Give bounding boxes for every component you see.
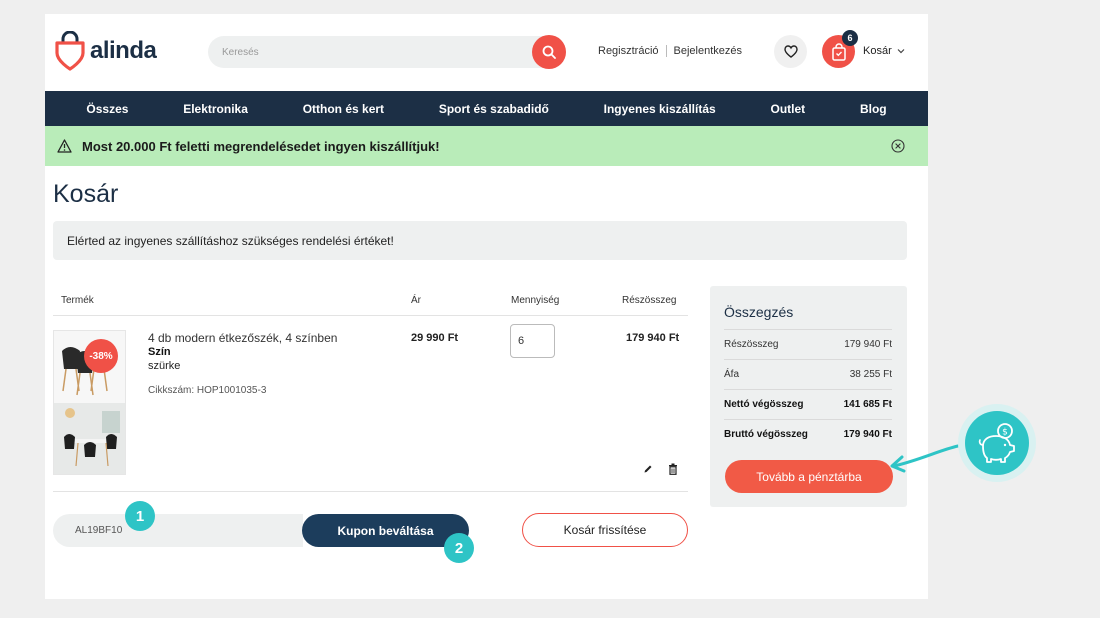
logo-bag-icon	[55, 31, 85, 71]
close-icon[interactable]	[891, 139, 905, 153]
summary-value: 141 685 Ft	[843, 399, 892, 410]
checkout-button[interactable]: Tovább a pénztárba	[725, 460, 893, 493]
product-sku: Cikkszám: HOP1001035-3	[148, 385, 267, 396]
col-header-subtotal: Részösszeg	[622, 295, 677, 306]
cart-count-badge: 6	[842, 30, 858, 46]
arrow-icon	[890, 444, 960, 473]
main-nav: Összes Elektronika Otthon és kert Sport …	[45, 91, 928, 126]
piggy-bank-icon-wrap: $	[965, 411, 1029, 475]
summary-row-vat: Áfa 38 255 Ft	[724, 359, 892, 389]
summary-label: Bruttó végösszeg	[724, 429, 808, 440]
search-button[interactable]	[532, 35, 566, 69]
summary-value: 38 255 Ft	[849, 369, 892, 380]
trash-icon[interactable]	[668, 463, 678, 475]
product-price: 29 990 Ft	[411, 332, 459, 344]
nav-item-all[interactable]: Összes	[86, 102, 128, 116]
nav-item-outlet[interactable]: Outlet	[770, 102, 805, 116]
auth-links: Regisztráció Bejelentkezés	[598, 45, 742, 57]
search-input[interactable]	[222, 43, 522, 61]
discount-badge: -38%	[84, 339, 118, 373]
login-link[interactable]: Bejelentkezés	[674, 45, 743, 57]
piggy-bank-icon: $	[978, 423, 1015, 463]
search-icon	[542, 45, 556, 59]
step-marker-2: 2	[444, 533, 474, 563]
nav-item-blog[interactable]: Blog	[860, 102, 887, 116]
info-message-box: Elérted az ingyenes szállításhoz szükség…	[53, 221, 907, 260]
warning-icon	[57, 139, 72, 153]
nav-item-home-garden[interactable]: Otthon és kert	[303, 102, 384, 116]
wishlist-button[interactable]	[774, 35, 807, 68]
notice-text: Most 20.000 Ft feletti megrendelésedet i…	[82, 139, 440, 154]
auth-divider	[665, 45, 667, 57]
product-subtotal: 179 940 Ft	[626, 332, 680, 344]
nav-item-free-shipping[interactable]: Ingyenes kiszállítás	[604, 102, 716, 116]
table-header-divider	[53, 315, 688, 316]
quantity-input[interactable]	[510, 324, 555, 358]
cart-label: Kosár	[863, 45, 892, 57]
pencil-icon[interactable]	[643, 464, 653, 474]
summary-row-subtotal: Részösszeg 179 940 Ft	[724, 329, 892, 359]
coupon-field	[53, 514, 303, 547]
logo[interactable]: alinda	[53, 31, 157, 71]
header: alinda Regisztráció Bejelentkezés	[45, 14, 928, 91]
product-attribute-value: szürke	[148, 360, 181, 372]
summary-row-net-total: Nettó végösszeg 141 685 Ft	[724, 389, 892, 419]
summary-value: 179 940 Ft	[844, 339, 892, 350]
col-header-quantity: Mennyiség	[511, 295, 560, 306]
shipping-notice-banner: Most 20.000 Ft feletti megrendelésedet i…	[45, 126, 928, 166]
summary-title: Összegzés	[724, 304, 794, 320]
logo-text: alinda	[90, 37, 157, 64]
cart-dropdown[interactable]: Kosár	[863, 45, 906, 57]
summary-label: Részösszeg	[724, 339, 779, 350]
product-name[interactable]: 4 db modern étkezőszék, 4 színben	[148, 331, 337, 345]
refresh-cart-button[interactable]: Kosár frissítése	[522, 513, 688, 547]
search-bar	[208, 35, 566, 69]
summary-row-gross-total: Bruttó végösszeg 179 940 Ft	[724, 419, 892, 449]
summary-value: 179 940 Ft	[843, 429, 892, 440]
shopping-bag-icon	[831, 42, 846, 61]
table-row-divider	[53, 491, 688, 492]
step-marker-1: 1	[125, 501, 155, 531]
chevron-down-icon	[897, 49, 905, 54]
page-title: Kosár	[53, 180, 119, 208]
product-attribute-label: Szín	[148, 346, 171, 358]
nav-item-electronics[interactable]: Elektronika	[183, 102, 248, 116]
nav-item-sport[interactable]: Sport és szabadidő	[439, 102, 549, 116]
piggy-bank-badge: $	[958, 404, 1036, 482]
page: alinda Regisztráció Bejelentkezés	[45, 14, 928, 599]
col-header-products: Termék	[61, 295, 94, 306]
register-link[interactable]: Regisztráció	[598, 45, 659, 57]
summary-label: Nettó végösszeg	[724, 399, 804, 410]
summary-label: Áfa	[724, 369, 740, 380]
col-header-price: Ár	[411, 295, 421, 306]
info-message: Elérted az ingyenes szállításhoz szükség…	[67, 234, 394, 248]
heart-icon	[783, 45, 798, 58]
svg-text:$: $	[1002, 428, 1008, 438]
